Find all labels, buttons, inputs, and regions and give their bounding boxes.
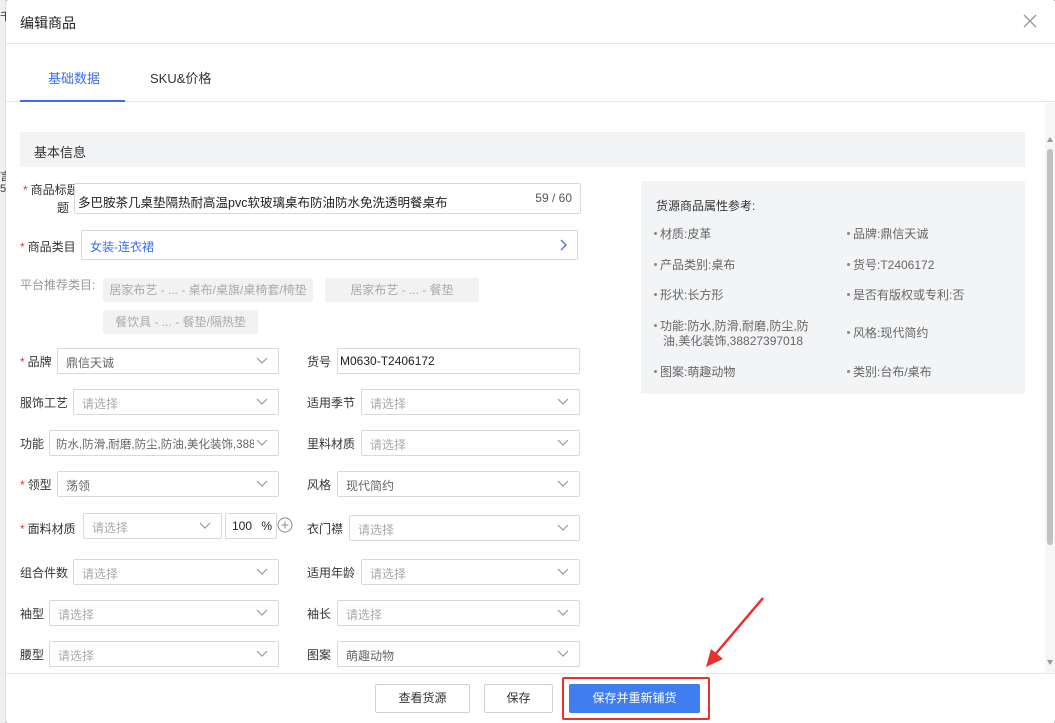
pattern-select[interactable]: 萌趣动物 [337, 641, 580, 667]
style-label: 风格 [307, 478, 332, 492]
chevron-down-icon [557, 650, 569, 658]
vertical-scrollbar[interactable] [1045, 103, 1055, 673]
source-attribute-continued: 油,美化装饰,38827397018 [663, 334, 804, 348]
waist-label: 腰型 [20, 648, 45, 662]
chevron-down-icon [256, 439, 268, 447]
style-select[interactable]: 现代简约 [337, 471, 580, 497]
source-attribute: 货号:T2406172 [847, 258, 934, 273]
source-attributes-panel: 货源商品属性参考: 材质:皮革 产品类别:桌布 形状:长方形 功能:防水,防滑,… [641, 181, 1025, 394]
recommended-tag[interactable]: 餐饮具 - ... - 餐垫/隔热垫 [103, 310, 258, 334]
scrollbar-thumb[interactable] [1047, 149, 1053, 545]
collar-select[interactable]: 荡领 [57, 471, 279, 497]
source-attribute: 类别:台布/桌布 [847, 365, 932, 380]
item-no-label: 货号 [307, 355, 332, 369]
pattern-label: 图案 [307, 648, 332, 662]
placket-select[interactable]: 请选择 [349, 515, 580, 541]
fabric-label: * 面料材质 [20, 522, 76, 536]
placket-label: 衣门襟 [307, 522, 344, 536]
collar-label: * 领型 [20, 478, 52, 492]
chevron-down-icon [256, 650, 268, 658]
chevron-down-icon [256, 609, 268, 617]
age-label: 适用年龄 [307, 566, 356, 580]
sleeve-type-label: 袖型 [20, 607, 45, 621]
chevron-down-icon [557, 609, 569, 617]
lining-label: 里料材质 [307, 437, 356, 451]
tab-sku-price[interactable]: SKU&价格 [150, 68, 211, 87]
chevron-down-icon [557, 480, 569, 488]
item-no-input[interactable]: M0630-T2406172 [337, 348, 580, 374]
season-label: 适用季节 [307, 396, 356, 410]
section-title: 基本信息 [34, 145, 87, 160]
fabric-select[interactable]: 请选择 [83, 513, 222, 539]
combo-select[interactable]: 请选择 [73, 559, 279, 585]
chevron-down-icon [256, 480, 268, 488]
product-title-label: * 商品标题 [23, 183, 79, 197]
highlight-box [562, 677, 710, 720]
recommended-tag[interactable]: 居家布艺 - ... - 餐垫 [325, 278, 479, 302]
add-circle-icon[interactable] [277, 517, 293, 533]
dialog-title: 编辑商品 [20, 15, 76, 31]
source-attribute: 材质:皮革 [654, 227, 711, 242]
chevron-down-icon [557, 524, 569, 532]
age-select[interactable]: 请选择 [361, 559, 580, 585]
chevron-down-icon [256, 398, 268, 406]
source-attribute: 是否有版权或专利:否 [847, 288, 964, 303]
combo-label: 组合件数 [20, 566, 69, 580]
source-attribute: 风格:现代简约 [847, 326, 928, 341]
category-label: * 商品类目 [20, 240, 76, 254]
chevron-down-icon [199, 522, 211, 530]
dialog-body: 基本信息 * 商品标题 题 多巴胺茶几桌垫隔热耐高温pvc软玻璃桌布防油防水免洗透… [6, 103, 1055, 673]
source-attribute: 图案:萌趣动物 [654, 365, 735, 380]
char-counter: 59 / 60 [535, 191, 572, 205]
active-tab-indicator [20, 100, 125, 102]
product-title-label-wrap: 题 [57, 201, 70, 215]
fabric-percent-input[interactable]: 100 % [225, 513, 277, 539]
close-icon[interactable] [1021, 12, 1039, 30]
dialog-header: 编辑商品 [6, 0, 1055, 44]
chevron-down-icon [557, 398, 569, 406]
category-selector[interactable]: 女装-连衣裙 [81, 230, 578, 260]
edit-product-dialog: 编辑商品 基础数据 SKU&价格 基本信息 * 商品标题 题 多巴胺茶几桌垫隔热耐… [6, 0, 1055, 723]
sleeve-length-select[interactable]: 请选择 [337, 600, 580, 626]
recommended-tag[interactable]: 居家布艺 - ... - 桌布/桌旗/桌椅套/椅垫 [103, 278, 313, 302]
function-select[interactable]: 防水,防滑,耐磨,防尘,防油,美化装饰,388... [49, 430, 279, 456]
view-source-button[interactable]: 查看货源 [375, 684, 470, 713]
source-attributes-title: 货源商品属性参考: [656, 199, 756, 213]
scroll-up-arrow-icon[interactable] [1047, 137, 1053, 142]
chevron-down-icon [557, 568, 569, 576]
tab-basic-data[interactable]: 基础数据 [48, 68, 100, 87]
craft-label: 服饰工艺 [20, 396, 69, 410]
product-title-input[interactable]: 多巴胺茶几桌垫隔热耐高温pvc软玻璃桌布防油防水免洗透明餐桌布 59 / 60 [74, 183, 581, 214]
sleeve-length-label: 袖长 [307, 607, 332, 621]
chevron-down-icon [557, 439, 569, 447]
source-attribute: 形状:长方形 [654, 288, 723, 303]
source-attribute: 品牌:鼎信天诚 [847, 227, 928, 242]
recommended-category-label: 平台推荐类目: [20, 278, 96, 292]
sleeve-type-select[interactable]: 请选择 [49, 600, 279, 626]
source-attribute: 产品类别:桌布 [654, 258, 735, 273]
tab-bar: 基础数据 SKU&价格 [6, 44, 1055, 102]
dialog-footer: 查看货源 保存 保存并重新铺货 [6, 673, 1055, 723]
lining-select[interactable]: 请选择 [361, 430, 580, 456]
chevron-right-icon [559, 239, 567, 251]
function-label: 功能 [20, 437, 45, 451]
scroll-down-arrow-icon[interactable] [1047, 660, 1053, 665]
chevron-down-icon [256, 568, 268, 576]
section-header: 基本信息 [20, 132, 1025, 167]
save-button[interactable]: 保存 [484, 684, 553, 713]
season-select[interactable]: 请选择 [361, 389, 580, 415]
chevron-down-icon [256, 357, 268, 365]
brand-select[interactable]: 鼎信天诚 [57, 348, 279, 374]
source-attribute: 功能:防水,防滑,耐磨,防尘,防 [654, 319, 809, 334]
craft-select[interactable]: 请选择 [73, 389, 279, 415]
waist-select[interactable]: 请选择 [49, 641, 279, 667]
brand-label: * 品牌 [20, 355, 52, 369]
